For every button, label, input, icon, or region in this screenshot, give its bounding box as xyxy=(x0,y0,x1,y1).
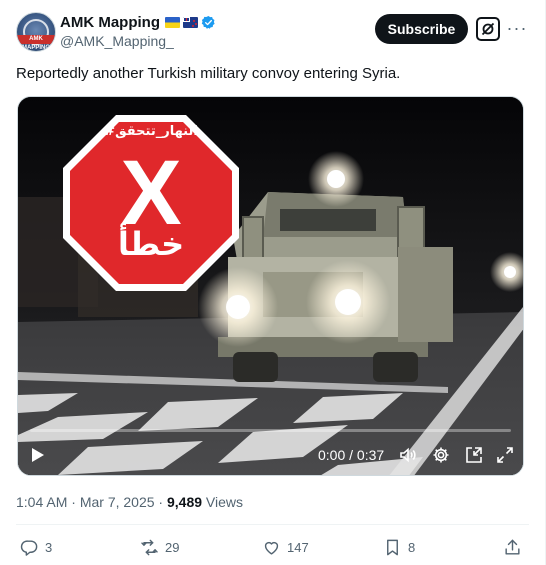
bookmark-count: 8 xyxy=(408,540,416,555)
views-count: 9,489 xyxy=(167,494,203,510)
tweet-time[interactable]: 1:04 AM xyxy=(16,494,67,510)
author-handle[interactable]: @AMK_Mapping_ xyxy=(60,33,174,49)
bookmark-icon xyxy=(387,539,398,556)
repost-button[interactable]: 29 xyxy=(140,538,179,557)
meta-separator: · xyxy=(67,494,80,510)
author-name-row: AMK Mapping xyxy=(60,14,216,31)
tweet-card: AMK MAPPING AMK Mapping @AMK_Mapping_ Su… xyxy=(0,0,546,565)
like-button[interactable]: 147 xyxy=(262,538,309,557)
video-progress-bar[interactable] xyxy=(30,429,511,432)
reply-button[interactable]: 3 xyxy=(20,538,52,557)
fullscreen-icon[interactable] xyxy=(495,445,515,465)
tweet-date[interactable]: Mar 7, 2025 xyxy=(80,494,155,510)
picture-in-picture-icon[interactable] xyxy=(464,445,484,465)
like-count: 147 xyxy=(287,540,309,555)
avatar[interactable]: AMK MAPPING xyxy=(16,12,56,52)
share-icon xyxy=(505,539,520,555)
author-display-name[interactable]: AMK Mapping xyxy=(60,14,160,31)
repost-icon xyxy=(141,539,158,556)
reply-icon xyxy=(20,540,38,556)
tweet-meta: 1:04 AM · Mar 7, 2025 · 9,489 Views xyxy=(16,494,243,510)
more-options-icon[interactable]: ··· xyxy=(507,18,527,38)
stamp-word: خطأ xyxy=(118,223,184,263)
new-zealand-flag-icon xyxy=(182,17,198,28)
volume-icon[interactable] xyxy=(398,445,418,465)
grok-icon[interactable] xyxy=(476,17,500,41)
tweet-text: Reportedly another Turkish military conv… xyxy=(16,65,401,82)
reply-count: 3 xyxy=(45,540,53,555)
share-button[interactable] xyxy=(503,538,522,557)
subscribe-button[interactable]: Subscribe xyxy=(375,14,468,44)
meta-separator: · xyxy=(154,494,167,510)
play-icon[interactable] xyxy=(30,445,46,465)
stamp-hashtag: #النهار_تتحقق xyxy=(104,124,198,139)
divider xyxy=(16,524,529,525)
repost-count: 29 xyxy=(165,540,180,555)
video-controls: 0:00 / 0:37 xyxy=(18,429,523,475)
bookmark-button[interactable]: 8 xyxy=(383,538,415,557)
video-time: 0:00 / 0:37 xyxy=(318,447,385,463)
verified-badge-icon xyxy=(201,15,215,29)
avatar-label: AMK MAPPING xyxy=(17,35,55,51)
video-frame: #النهار_تتحقق X خطأ xyxy=(18,97,523,475)
heart-icon xyxy=(264,541,279,555)
settings-gear-icon[interactable] xyxy=(431,445,451,465)
ukraine-flag-icon xyxy=(164,17,180,28)
grok-slash-icon xyxy=(481,22,495,36)
video-player[interactable]: #النهار_تتحقق X خطأ 0:00 / 0:37 xyxy=(17,96,524,476)
views-label: Views xyxy=(202,494,244,510)
